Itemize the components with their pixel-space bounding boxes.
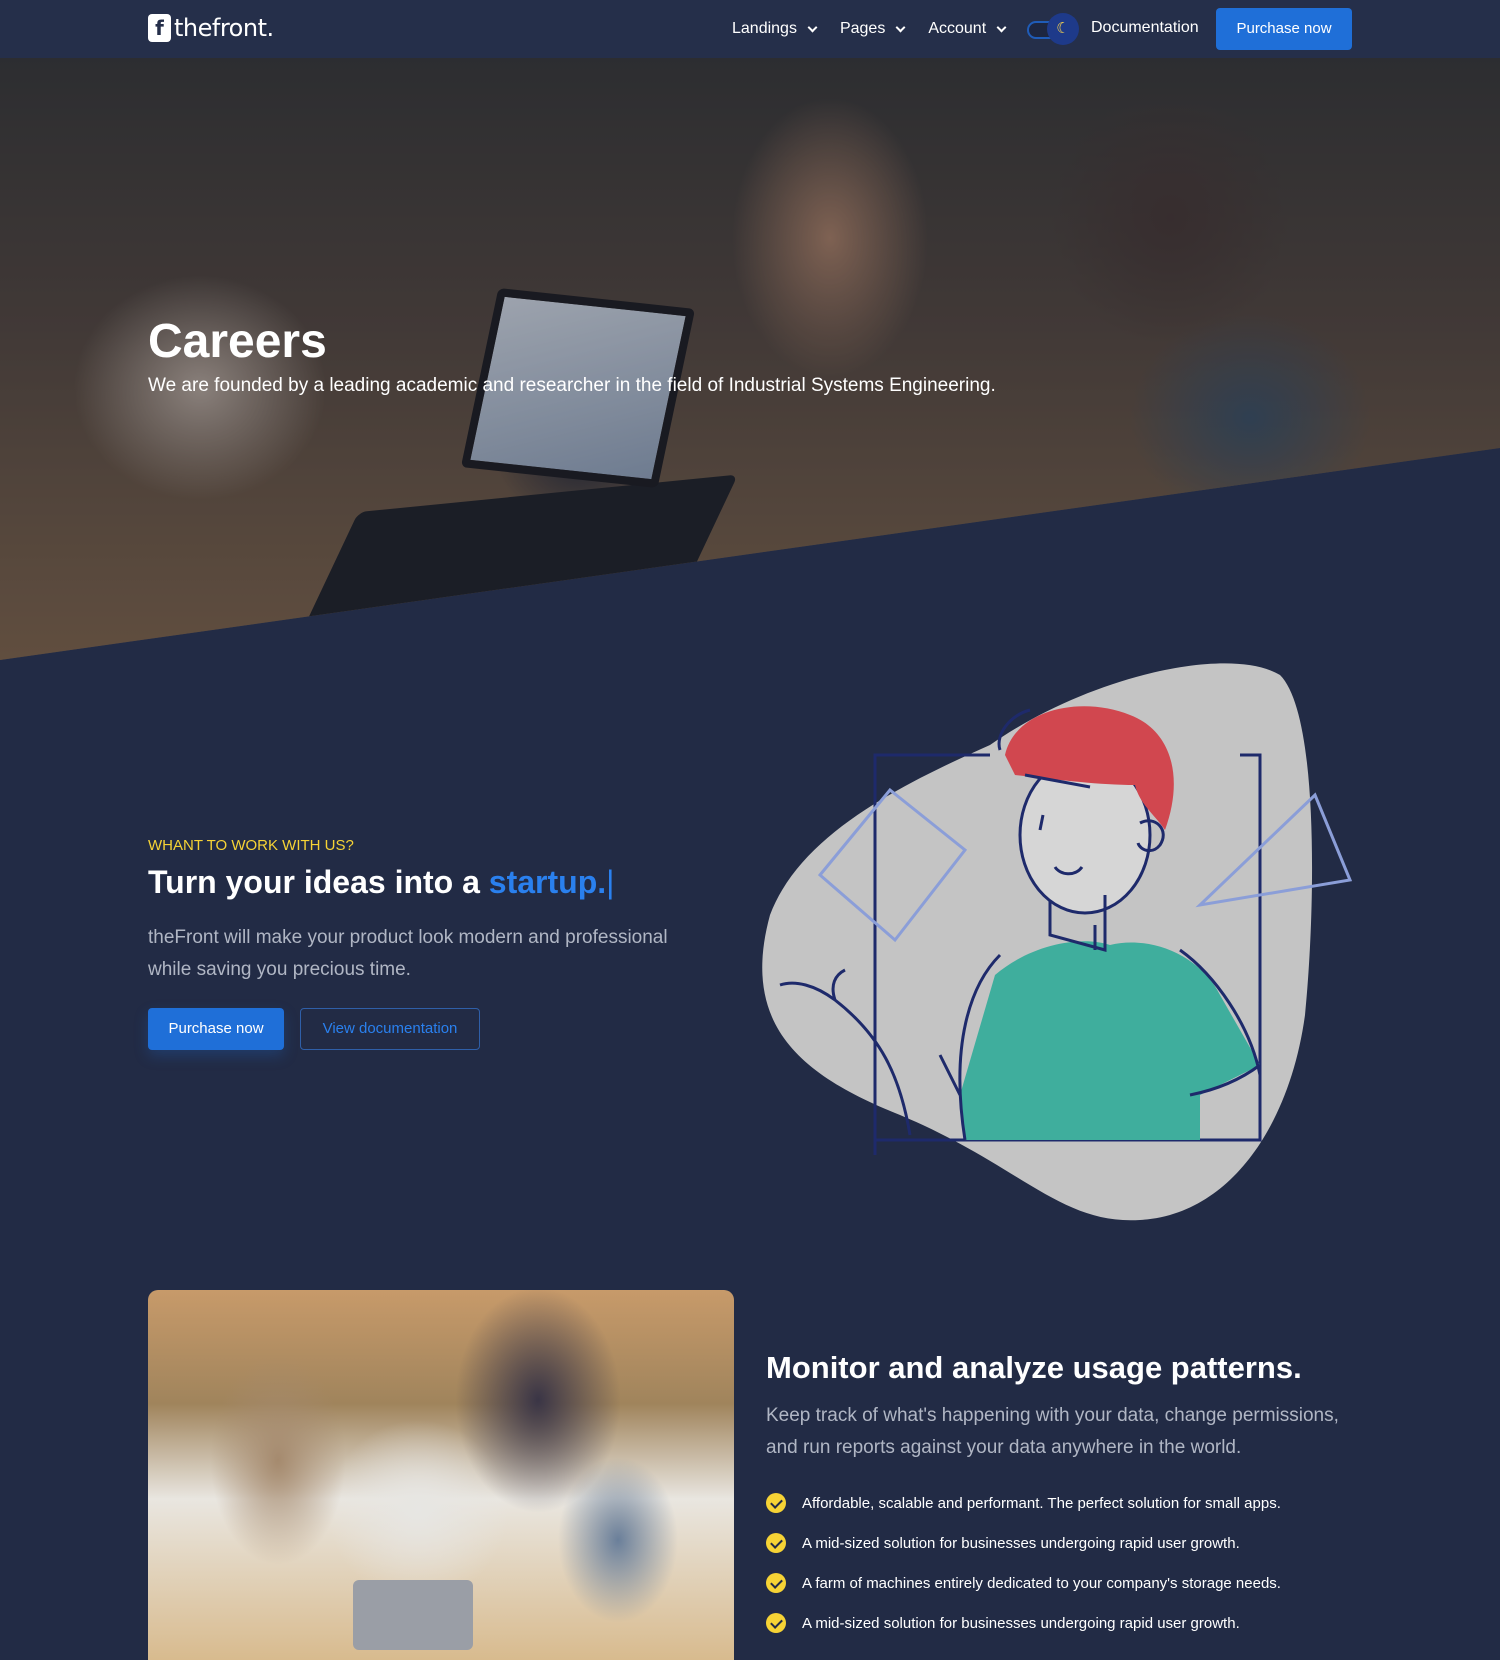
chevron-down-icon: [996, 22, 1007, 32]
top-navbar: f thefront. Landings Pages Account ☾ Doc…: [0, 0, 1500, 58]
nav-landings-label: Landings: [732, 20, 797, 37]
feature-item: A farm of machines entirely dedicated to…: [766, 1563, 1281, 1603]
purchase-now-button[interactable]: Purchase now: [1216, 8, 1352, 50]
logo-mark: f: [148, 14, 171, 42]
feature-list: Affordable, scalable and performant. The…: [766, 1483, 1281, 1643]
nav-pages[interactable]: Pages: [839, 20, 906, 38]
nav-landings[interactable]: Landings: [732, 20, 818, 38]
usage-title: Monitor and analyze usage patterns.: [766, 1350, 1302, 1385]
logo[interactable]: f thefront.: [148, 14, 274, 42]
headline-accent: startup.: [488, 864, 607, 900]
chevron-down-icon: [807, 22, 818, 32]
feature-item: A mid-sized solution for businesses unde…: [766, 1523, 1281, 1563]
feature-text: Affordable, scalable and performant. The…: [802, 1494, 1281, 1512]
view-documentation-button[interactable]: View documentation: [300, 1008, 480, 1050]
theme-toggle[interactable]: ☾: [1025, 13, 1079, 45]
feature-item: Affordable, scalable and performant. The…: [766, 1483, 1281, 1523]
typing-caret: |: [606, 864, 615, 900]
nav-pages-label: Pages: [839, 20, 886, 37]
intro-purchase-button[interactable]: Purchase now: [148, 1008, 284, 1050]
usage-description: Keep track of what's happening with your…: [766, 1405, 1339, 1458]
intro-eyebrow: WHANT TO WORK WITH US?: [148, 837, 354, 854]
check-icon: [766, 1573, 786, 1593]
nav-account[interactable]: Account: [928, 20, 1007, 38]
page-title: Careers: [148, 315, 327, 368]
hero-subtitle: We are founded by a leading academic and…: [148, 375, 996, 396]
headline-prefix: Turn your ideas into a: [148, 864, 480, 900]
logo-text: thefront.: [174, 14, 274, 42]
person-illustration: [762, 663, 1353, 1221]
moon-icon: ☾: [1047, 13, 1079, 45]
documentation-link[interactable]: Documentation: [1091, 19, 1199, 37]
team-photo: [148, 1290, 734, 1660]
feature-text: A mid-sized solution for businesses unde…: [802, 1534, 1240, 1552]
feature-text: A mid-sized solution for businesses unde…: [802, 1614, 1240, 1632]
intro-headline: Turn your ideas into a startup.|: [148, 864, 614, 901]
check-icon: [766, 1613, 786, 1633]
feature-item: A mid-sized solution for businesses unde…: [766, 1603, 1281, 1643]
team-laptop-shape: [353, 1580, 473, 1650]
intro-description: theFront will make your product look mod…: [148, 927, 668, 980]
nav-account-label: Account: [928, 20, 987, 37]
chevron-down-icon: [895, 22, 906, 32]
check-icon: [766, 1493, 786, 1513]
check-icon: [766, 1533, 786, 1553]
feature-text: A farm of machines entirely dedicated to…: [802, 1574, 1281, 1592]
main-nav: Landings Pages Account: [732, 0, 1029, 58]
